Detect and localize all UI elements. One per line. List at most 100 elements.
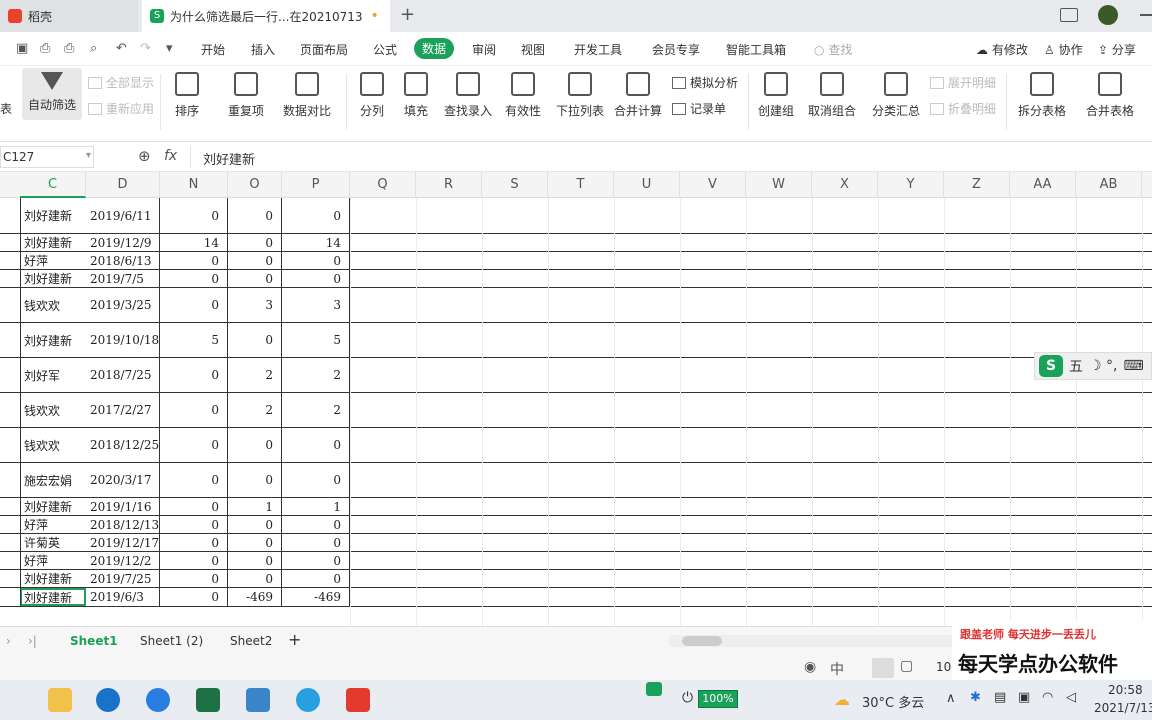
column-header-p[interactable]: P	[282, 172, 350, 198]
normal-view-icon[interactable]	[872, 658, 894, 678]
volume-icon[interactable]: ◁	[1066, 690, 1076, 705]
bluetooth-icon[interactable]: ✱	[970, 690, 981, 705]
eye-protection-icon[interactable]: ◉	[804, 659, 816, 675]
sheet-tab-sheet1-2[interactable]: Sheet1 (2)	[140, 634, 203, 648]
cell-name[interactable]: 钱欢欢	[20, 428, 86, 462]
network-icon[interactable]: ◠	[1042, 690, 1053, 705]
customize-icon[interactable]: ▾	[166, 41, 173, 56]
column-header-z[interactable]: Z	[944, 172, 1010, 198]
new-tab-button[interactable]: +	[400, 4, 415, 25]
name-box[interactable]: C127 ▾	[0, 146, 94, 168]
merge-table-button[interactable]: 合并表格	[1082, 72, 1138, 119]
cell-n[interactable]: 0	[160, 198, 228, 233]
minimize-icon[interactable]	[1140, 14, 1152, 16]
cell-n[interactable]: 0	[160, 270, 228, 287]
sogou-tray-icon[interactable]	[646, 682, 662, 696]
column-header-aa[interactable]: AA	[1010, 172, 1076, 198]
cell-date[interactable]: 2018/12/25	[86, 428, 160, 462]
tray-app2-icon[interactable]: ▣	[1018, 690, 1030, 705]
column-header-c[interactable]: C	[20, 172, 86, 198]
cell-date[interactable]: 2019/6/3	[86, 588, 160, 606]
validity-button[interactable]: 有效性	[500, 72, 546, 119]
save-icon[interactable]: ▣	[16, 41, 28, 56]
column-header-w[interactable]: W	[746, 172, 812, 198]
cell-p[interactable]: 0	[282, 428, 350, 462]
split-table-button[interactable]: 拆分表格	[1014, 72, 1070, 119]
menu-view[interactable]: 视图	[521, 41, 545, 58]
cell-date[interactable]: 2019/12/2	[86, 552, 160, 569]
whatif-button[interactable]: 模拟分析	[672, 74, 738, 91]
column-header-d[interactable]: D	[86, 172, 160, 198]
export-icon[interactable]: ⎙	[40, 41, 50, 56]
cell-name[interactable]: 好萍	[20, 252, 86, 269]
cell-name[interactable]: 刘好军	[20, 358, 86, 392]
cell-n[interactable]: 0	[160, 358, 228, 392]
preview-icon[interactable]: ⌕	[90, 41, 97, 56]
cell-p[interactable]: 0	[282, 270, 350, 287]
cell-o[interactable]: 0	[228, 552, 282, 569]
collapse-detail-button[interactable]: 折叠明细	[930, 100, 996, 117]
menu-formula[interactable]: 公式	[373, 41, 397, 58]
cell-n[interactable]: 0	[160, 588, 228, 606]
consolidate-button[interactable]: 合并计算	[612, 72, 664, 119]
cell-o[interactable]: 0	[228, 463, 282, 497]
cell-o[interactable]: 0	[228, 198, 282, 233]
last-sheet-icon[interactable]: ›|	[28, 634, 37, 648]
cell-name[interactable]: 刘好建新	[20, 570, 86, 587]
clock-time[interactable]: 20:58	[1108, 683, 1143, 697]
cell-p[interactable]: -469	[282, 588, 350, 606]
column-header-q[interactable]: Q	[350, 172, 416, 198]
menu-smart-tools[interactable]: 智能工具箱	[726, 41, 786, 58]
tray-app-icon[interactable]: ▤	[994, 690, 1006, 705]
ime-mode[interactable]: 五	[1069, 356, 1083, 376]
dropdown-list-button[interactable]: 下拉列表	[554, 72, 606, 119]
cn-input-icon[interactable]: 中	[830, 659, 844, 679]
chevron-up-icon[interactable]: ∧	[946, 691, 956, 706]
sheet-tab-sheet2[interactable]: Sheet2	[230, 634, 272, 648]
cell-o[interactable]: 0	[228, 428, 282, 462]
menu-insert[interactable]: 插入	[251, 41, 275, 58]
cell-name[interactable]: 钱欢欢	[20, 393, 86, 427]
spreadsheet-grid[interactable]: C D N O P Q R S T U V W X Y Z AA AB 刘好建新…	[0, 172, 1152, 626]
cell-p[interactable]: 5	[282, 323, 350, 357]
cell-n[interactable]: 14	[160, 234, 228, 251]
show-all-button[interactable]: 全部显示	[88, 74, 154, 91]
create-group-button[interactable]: 创建组	[756, 72, 796, 119]
collaborate-button[interactable]: ♙ 协作	[1044, 41, 1083, 58]
cell-date[interactable]: 2019/12/9	[86, 234, 160, 251]
keyboard-icon[interactable]: ⌨	[1123, 358, 1143, 374]
column-header-u[interactable]: U	[614, 172, 680, 198]
cell-n[interactable]: 0	[160, 288, 228, 322]
scrollbar-thumb[interactable]	[682, 636, 722, 646]
battery-indicator[interactable]: 100%	[698, 690, 738, 708]
column-header-x[interactable]: X	[812, 172, 878, 198]
file-explorer-icon[interactable]	[48, 688, 72, 712]
cell-name[interactable]: 刘好建新	[20, 198, 86, 233]
column-header-ab[interactable]: AB	[1076, 172, 1142, 198]
cell-date[interactable]: 2019/12/17	[86, 534, 160, 551]
window-layout-icon[interactable]	[1060, 8, 1078, 22]
cell-o[interactable]: 3	[228, 288, 282, 322]
compare-button[interactable]: 数据对比	[278, 72, 336, 119]
add-sheet-button[interactable]: +	[288, 630, 301, 649]
cell-date[interactable]: 2019/10/18	[86, 323, 160, 357]
cell-n[interactable]: 0	[160, 534, 228, 551]
cell-o[interactable]: 0	[228, 234, 282, 251]
cell-n[interactable]: 0	[160, 393, 228, 427]
wps-icon[interactable]	[346, 688, 370, 712]
formula-input[interactable]: 刘好建新	[190, 146, 1152, 168]
share-button[interactable]: ⇪ 分享	[1098, 41, 1136, 58]
cell-o[interactable]: 1	[228, 498, 282, 515]
cell-date[interactable]: 2019/7/5	[86, 270, 160, 287]
cell-name[interactable]: 许菊英	[20, 534, 86, 551]
cell-name[interactable]: 刘好建新	[20, 498, 86, 515]
cell-p[interactable]: 2	[282, 358, 350, 392]
excel-icon[interactable]	[196, 688, 220, 712]
cell-p[interactable]: 0	[282, 570, 350, 587]
cell-o[interactable]: 0	[228, 270, 282, 287]
app-l-icon[interactable]	[146, 688, 170, 712]
cell-o[interactable]: 2	[228, 358, 282, 392]
edge-icon[interactable]	[96, 688, 120, 712]
cell-p[interactable]: 0	[282, 252, 350, 269]
cell-n[interactable]: 5	[160, 323, 228, 357]
